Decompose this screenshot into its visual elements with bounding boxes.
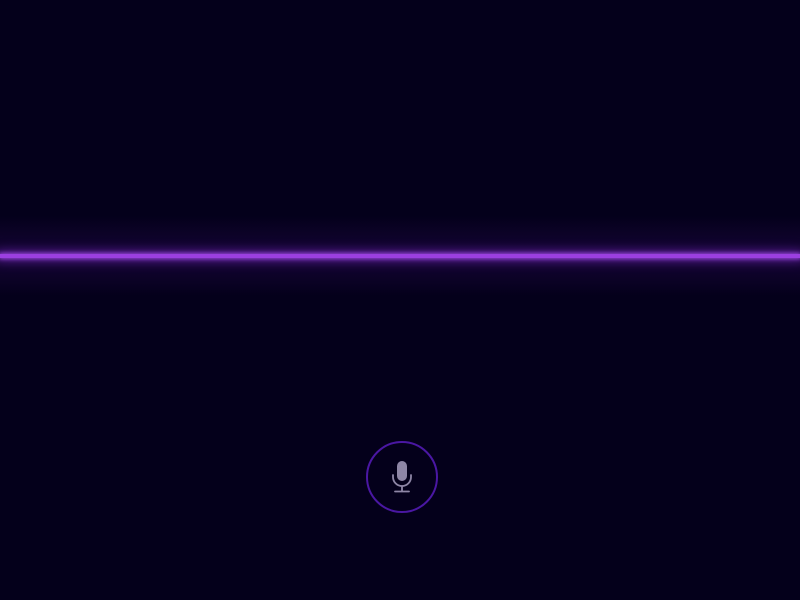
voice-assistant-screen — [0, 0, 800, 600]
microphone-button[interactable] — [366, 441, 438, 513]
microphone-icon — [392, 461, 412, 493]
audio-waveform — [0, 254, 800, 258]
